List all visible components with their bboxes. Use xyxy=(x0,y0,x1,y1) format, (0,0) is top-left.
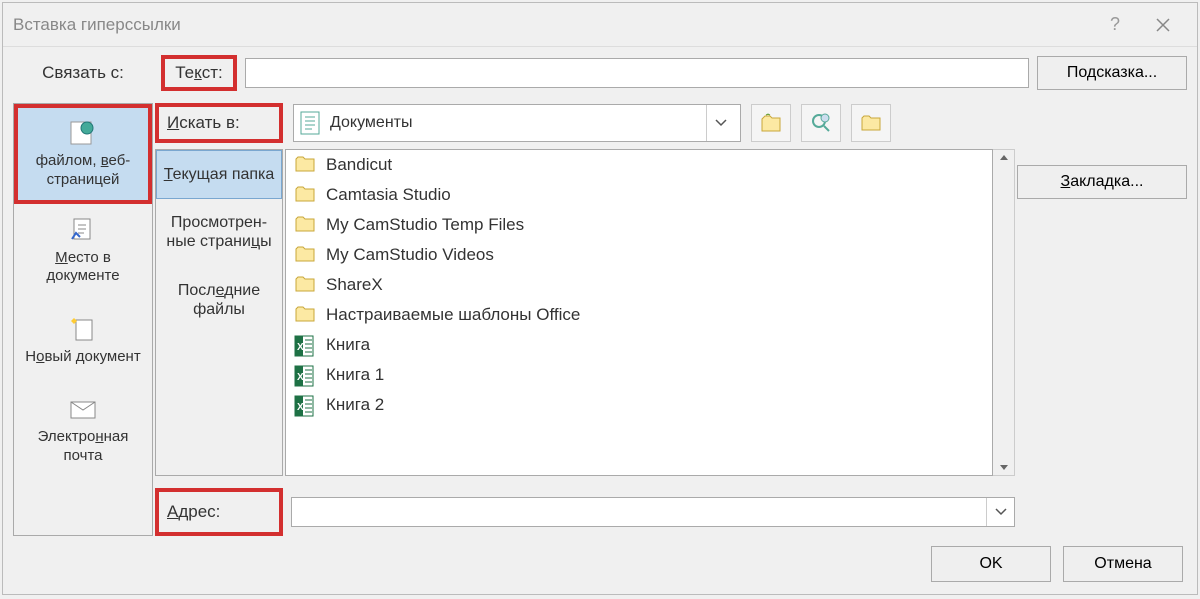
address-input[interactable] xyxy=(292,498,986,526)
search-web-icon xyxy=(810,112,832,134)
list-item[interactable]: Camtasia Studio xyxy=(286,180,992,210)
file-name: ShareX xyxy=(326,275,383,295)
link-type-label: Место в документе xyxy=(19,249,147,287)
link-to-label: Связать с: xyxy=(13,63,153,83)
list-item[interactable]: X Книга 1 xyxy=(286,360,992,390)
new-doc-icon xyxy=(67,314,99,344)
look-in-dropdown[interactable]: Документы xyxy=(293,104,741,142)
dialog-title: Вставка гиперссылки xyxy=(13,15,1091,35)
subnav-current-folder[interactable]: Текущая папка xyxy=(156,150,282,199)
help-button[interactable]: ? xyxy=(1091,10,1139,40)
file-list[interactable]: Bandicut Camtasia Studio My CamStudio Temp… xyxy=(285,149,993,476)
link-type-file-web[interactable]: файлом, веб-страницей xyxy=(14,104,152,204)
dialog-footer: OK Отмена xyxy=(13,536,1187,586)
folder-icon xyxy=(294,185,316,205)
svg-text:X: X xyxy=(297,372,304,383)
list-item[interactable]: Настраиваемые шаблоны Office xyxy=(286,300,992,330)
link-type-label: Новый документ xyxy=(25,348,140,367)
text-input[interactable] xyxy=(245,58,1029,88)
excel-icon: X xyxy=(294,335,316,355)
folder-icon xyxy=(294,305,316,325)
file-name: Книга xyxy=(326,335,370,355)
doc-place-icon xyxy=(67,215,99,245)
bookmark-button[interactable]: Закладка... xyxy=(1017,165,1187,199)
chevron-down-icon xyxy=(706,105,734,141)
look-in-row: Искать в: Документы xyxy=(155,103,1015,143)
look-in-label: Искать в: xyxy=(155,103,283,143)
folder-open-icon xyxy=(860,114,882,132)
svg-text:X: X xyxy=(297,342,304,353)
list-item[interactable]: ShareX xyxy=(286,270,992,300)
cancel-button[interactable]: Отмена xyxy=(1063,546,1183,582)
file-name: My CamStudio Temp Files xyxy=(326,215,524,235)
link-type-email[interactable]: Электронная почта xyxy=(14,383,152,477)
titlebar: Вставка гиперссылки ? xyxy=(3,3,1197,47)
svg-text:X: X xyxy=(297,402,304,413)
link-type-label: файлом, веб-страницей xyxy=(22,152,144,190)
text-label: Текст: xyxy=(161,55,237,91)
excel-icon: X xyxy=(294,365,316,385)
list-item[interactable]: X Книга 2 xyxy=(286,390,992,420)
link-type-panel: файлом, веб-страницей Место в документе … xyxy=(13,103,153,536)
browse-subnav: Текущая папка Просмотрен-ные страницы По… xyxy=(155,149,283,476)
hyperlink-dialog: Вставка гиперссылки ? Связать с: Текст: … xyxy=(2,2,1198,595)
folder-icon xyxy=(294,155,316,175)
browse-body: Текущая папка Просмотрен-ные страницы По… xyxy=(155,149,1015,476)
email-icon xyxy=(67,394,99,424)
link-type-place-in-doc[interactable]: Место в документе xyxy=(14,204,152,298)
folder-up-icon xyxy=(760,113,782,133)
screentip-button[interactable]: Подсказка... xyxy=(1037,56,1187,90)
document-icon xyxy=(300,111,320,135)
subnav-recent-files[interactable]: Последние файлы xyxy=(156,267,282,334)
list-item[interactable]: My CamStudio Temp Files xyxy=(286,210,992,240)
ok-button[interactable]: OK xyxy=(931,546,1051,582)
list-item[interactable]: Bandicut xyxy=(286,150,992,180)
folder-icon xyxy=(294,215,316,235)
scrollbar[interactable] xyxy=(993,149,1015,476)
excel-icon: X xyxy=(294,395,316,415)
close-button[interactable] xyxy=(1139,10,1187,40)
file-name: Camtasia Studio xyxy=(326,185,451,205)
subnav-browsed-pages[interactable]: Просмотрен-ные страницы xyxy=(156,199,282,266)
web-file-icon xyxy=(67,118,99,148)
file-name: Настраиваемые шаблоны Office xyxy=(326,305,580,325)
center-area: Искать в: Документы xyxy=(155,103,1015,536)
scroll-down-icon xyxy=(999,463,1009,471)
top-row: Связать с: Текст: Подсказка... xyxy=(13,55,1187,91)
list-item[interactable]: My CamStudio Videos xyxy=(286,240,992,270)
file-name: Книга 1 xyxy=(326,365,384,385)
chevron-down-icon xyxy=(986,498,1014,526)
browse-file-button[interactable] xyxy=(851,104,891,142)
address-row: Адрес: xyxy=(155,488,1015,536)
list-item[interactable]: X Книга xyxy=(286,330,992,360)
file-name: Книга 2 xyxy=(326,395,384,415)
link-type-new-doc[interactable]: Новый документ xyxy=(14,297,152,383)
up-folder-button[interactable] xyxy=(751,104,791,142)
link-type-label: Электронная почта xyxy=(19,428,147,466)
close-icon xyxy=(1156,18,1170,32)
folder-icon xyxy=(294,245,316,265)
address-label: Адрес: xyxy=(155,488,283,536)
main-area: файлом, веб-страницей Место в документе … xyxy=(13,103,1187,536)
address-combo[interactable] xyxy=(291,497,1015,527)
dialog-content: Связать с: Текст: Подсказка... файлом, в… xyxy=(3,47,1197,594)
file-name: Bandicut xyxy=(326,155,392,175)
look-in-selected: Документы xyxy=(330,114,706,132)
file-name: My CamStudio Videos xyxy=(326,245,494,265)
browse-web-button[interactable] xyxy=(801,104,841,142)
right-buttons: Закладка... xyxy=(1017,103,1187,536)
file-list-wrap: Bandicut Camtasia Studio My CamStudio Temp… xyxy=(285,149,1015,476)
scroll-up-icon xyxy=(999,154,1009,162)
folder-icon xyxy=(294,275,316,295)
